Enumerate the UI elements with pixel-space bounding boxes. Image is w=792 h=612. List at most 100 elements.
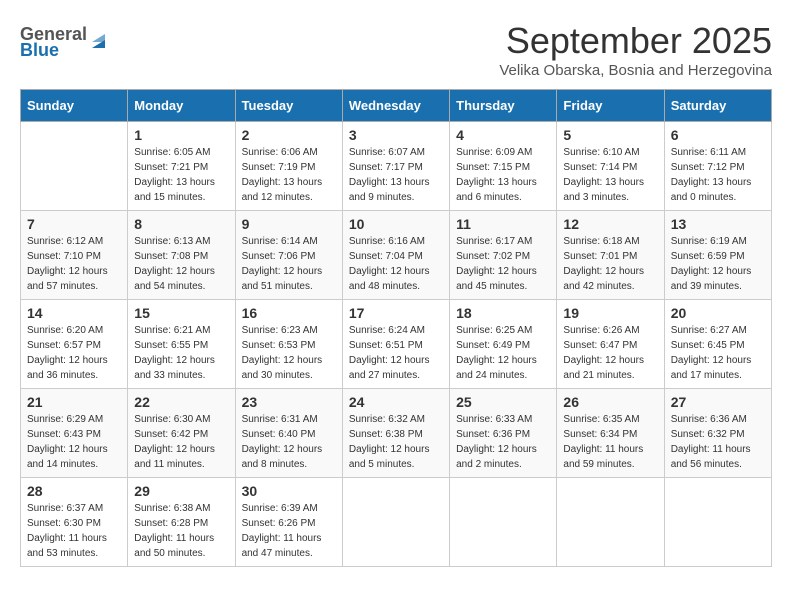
day-number: 1 [134, 127, 228, 143]
day-number: 28 [27, 483, 121, 499]
day-info: Sunrise: 6:10 AMSunset: 7:14 PMDaylight:… [563, 145, 657, 205]
calendar-cell: 13Sunrise: 6:19 AMSunset: 6:59 PMDayligh… [664, 211, 771, 300]
day-info: Sunrise: 6:26 AMSunset: 6:47 PMDaylight:… [563, 323, 657, 383]
calendar-cell: 7 Sunrise: 6:12 AMSunset: 7:10 PMDaylight… [21, 211, 128, 300]
day-info: Sunrise: 6:14 AMSunset: 7:06 PMDaylight:… [242, 234, 336, 294]
calendar-cell: 26Sunrise: 6:35 AMSunset: 6:34 PMDayligh… [557, 389, 664, 478]
day-number: 18 [456, 305, 550, 321]
day-number: 16 [242, 305, 336, 321]
logo: General Blue [20, 20, 110, 60]
day-number: 11 [456, 216, 550, 232]
day-number: 20 [671, 305, 765, 321]
location-subtitle: Velika Obarska, Bosnia and Herzegovina [499, 62, 772, 79]
calendar-cell: 1 Sunrise: 6:05 AMSunset: 7:21 PMDaylight… [128, 122, 235, 211]
calendar-cell: 27Sunrise: 6:36 AMSunset: 6:32 PMDayligh… [664, 389, 771, 478]
calendar-table: SundayMondayTuesdayWednesdayThursdayFrid… [20, 89, 772, 567]
day-info: Sunrise: 6:20 AMSunset: 6:57 PMDaylight:… [27, 323, 121, 383]
calendar-cell: 2 Sunrise: 6:06 AMSunset: 7:19 PMDaylight… [235, 122, 342, 211]
calendar-cell: 20 Sunrise: 6:27 AMSunset: 6:45 PMDayligh… [664, 300, 771, 389]
calendar-cell [664, 478, 771, 567]
calendar-cell: 6Sunrise: 6:11 AMSunset: 7:12 PMDaylight… [664, 122, 771, 211]
calendar-cell [557, 478, 664, 567]
day-info: Sunrise: 6:06 AMSunset: 7:19 PMDaylight:… [242, 145, 336, 205]
calendar-cell [450, 478, 557, 567]
calendar-cell: 10Sunrise: 6:16 AMSunset: 7:04 PMDayligh… [342, 211, 449, 300]
day-header-wednesday: Wednesday [342, 90, 449, 122]
day-number: 3 [349, 127, 443, 143]
day-number: 29 [134, 483, 228, 499]
calendar-cell: 16 Sunrise: 6:23 AMSunset: 6:53 PMDayligh… [235, 300, 342, 389]
day-info: Sunrise: 6:24 AMSunset: 6:51 PMDaylight:… [349, 323, 443, 383]
calendar-cell: 24 Sunrise: 6:32 AMSunset: 6:38 PMDayligh… [342, 389, 449, 478]
day-info: Sunrise: 6:36 AMSunset: 6:32 PMDaylight:… [671, 412, 765, 472]
calendar-cell: 18 Sunrise: 6:25 AMSunset: 6:49 PMDayligh… [450, 300, 557, 389]
day-info: Sunrise: 6:12 AMSunset: 7:10 PMDaylight:… [27, 234, 121, 294]
calendar-cell: 23Sunrise: 6:31 AMSunset: 6:40 PMDayligh… [235, 389, 342, 478]
day-info: Sunrise: 6:23 AMSunset: 6:53 PMDaylight:… [242, 323, 336, 383]
calendar-week-3: 14 Sunrise: 6:20 AMSunset: 6:57 PMDayligh… [21, 300, 772, 389]
day-number: 15 [134, 305, 228, 321]
calendar-cell: 22 Sunrise: 6:30 AMSunset: 6:42 PMDayligh… [128, 389, 235, 478]
day-info: Sunrise: 6:25 AMSunset: 6:49 PMDaylight:… [456, 323, 550, 383]
calendar-cell: 14 Sunrise: 6:20 AMSunset: 6:57 PMDayligh… [21, 300, 128, 389]
day-info: Sunrise: 6:21 AMSunset: 6:55 PMDaylight:… [134, 323, 228, 383]
day-header-friday: Friday [557, 90, 664, 122]
day-number: 21 [27, 394, 121, 410]
day-header-saturday: Saturday [664, 90, 771, 122]
day-info: Sunrise: 6:38 AMSunset: 6:28 PMDaylight:… [134, 501, 228, 561]
day-number: 24 [349, 394, 443, 410]
day-header-tuesday: Tuesday [235, 90, 342, 122]
day-info: Sunrise: 6:30 AMSunset: 6:42 PMDaylight:… [134, 412, 228, 472]
day-number: 7 [27, 216, 121, 232]
day-number: 2 [242, 127, 336, 143]
day-info: Sunrise: 6:29 AMSunset: 6:43 PMDaylight:… [27, 412, 121, 472]
calendar-cell [21, 122, 128, 211]
day-number: 8 [134, 216, 228, 232]
day-info: Sunrise: 6:07 AMSunset: 7:17 PMDaylight:… [349, 145, 443, 205]
day-info: Sunrise: 6:39 AMSunset: 6:26 PMDaylight:… [242, 501, 336, 561]
day-info: Sunrise: 6:33 AMSunset: 6:36 PMDaylight:… [456, 412, 550, 472]
calendar-cell: 12 Sunrise: 6:18 AMSunset: 7:01 PMDayligh… [557, 211, 664, 300]
page-header: General Blue September 2025 Velika Obars… [20, 20, 772, 79]
day-number: 9 [242, 216, 336, 232]
day-header-sunday: Sunday [21, 90, 128, 122]
day-header-monday: Monday [128, 90, 235, 122]
day-number: 4 [456, 127, 550, 143]
calendar-week-1: 1 Sunrise: 6:05 AMSunset: 7:21 PMDaylight… [21, 122, 772, 211]
day-info: Sunrise: 6:18 AMSunset: 7:01 PMDaylight:… [563, 234, 657, 294]
day-number: 23 [242, 394, 336, 410]
calendar-cell: 3 Sunrise: 6:07 AMSunset: 7:17 PMDaylight… [342, 122, 449, 211]
day-info: Sunrise: 6:32 AMSunset: 6:38 PMDaylight:… [349, 412, 443, 472]
svg-text:Blue: Blue [20, 40, 59, 60]
month-title: September 2025 [499, 20, 772, 62]
day-number: 14 [27, 305, 121, 321]
calendar-header-row: SundayMondayTuesdayWednesdayThursdayFrid… [21, 90, 772, 122]
day-number: 5 [563, 127, 657, 143]
calendar-cell: 19 Sunrise: 6:26 AMSunset: 6:47 PMDayligh… [557, 300, 664, 389]
day-number: 12 [563, 216, 657, 232]
day-number: 13 [671, 216, 765, 232]
day-number: 6 [671, 127, 765, 143]
logo-icon: General Blue [20, 20, 110, 60]
day-number: 17 [349, 305, 443, 321]
calendar-cell: 21 Sunrise: 6:29 AMSunset: 6:43 PMDayligh… [21, 389, 128, 478]
calendar-cell: 25Sunrise: 6:33 AMSunset: 6:36 PMDayligh… [450, 389, 557, 478]
calendar-cell: 9 Sunrise: 6:14 AMSunset: 7:06 PMDaylight… [235, 211, 342, 300]
day-info: Sunrise: 6:13 AMSunset: 7:08 PMDaylight:… [134, 234, 228, 294]
day-info: Sunrise: 6:35 AMSunset: 6:34 PMDaylight:… [563, 412, 657, 472]
calendar-cell: 17 Sunrise: 6:24 AMSunset: 6:51 PMDayligh… [342, 300, 449, 389]
calendar-cell: 8 Sunrise: 6:13 AMSunset: 7:08 PMDaylight… [128, 211, 235, 300]
calendar-cell: 11 Sunrise: 6:17 AMSunset: 7:02 PMDayligh… [450, 211, 557, 300]
day-info: Sunrise: 6:05 AMSunset: 7:21 PMDaylight:… [134, 145, 228, 205]
day-info: Sunrise: 6:17 AMSunset: 7:02 PMDaylight:… [456, 234, 550, 294]
day-number: 22 [134, 394, 228, 410]
day-info: Sunrise: 6:27 AMSunset: 6:45 PMDaylight:… [671, 323, 765, 383]
day-number: 19 [563, 305, 657, 321]
day-number: 30 [242, 483, 336, 499]
day-number: 10 [349, 216, 443, 232]
calendar-cell [342, 478, 449, 567]
calendar-cell: 29 Sunrise: 6:38 AMSunset: 6:28 PMDayligh… [128, 478, 235, 567]
calendar-cell: 28Sunrise: 6:37 AMSunset: 6:30 PMDayligh… [21, 478, 128, 567]
calendar-cell: 30 Sunrise: 6:39 AMSunset: 6:26 PMDayligh… [235, 478, 342, 567]
title-block: September 2025 Velika Obarska, Bosnia an… [499, 20, 772, 79]
